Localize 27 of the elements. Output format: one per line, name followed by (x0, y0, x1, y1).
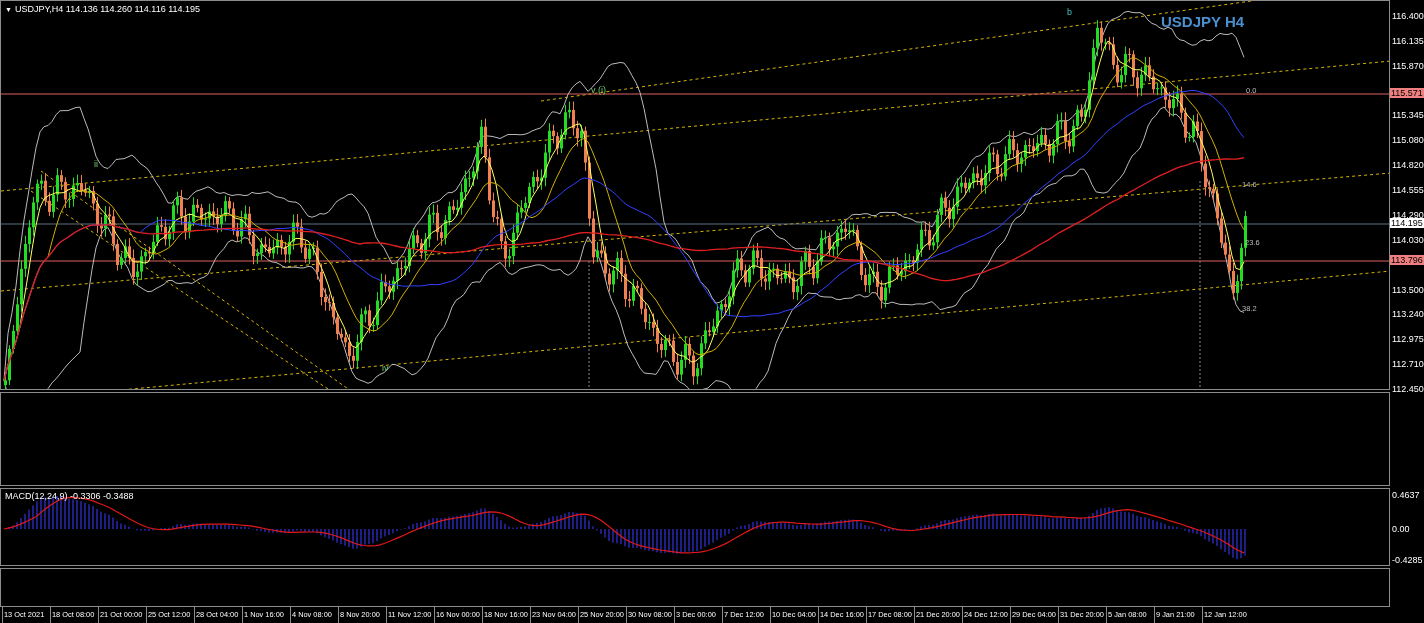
macd-label: MACD(12,24,9) -0.3306 -0.3488 (5, 490, 134, 503)
wave-label: ii (94, 159, 98, 169)
wave-label: b (1067, 7, 1072, 17)
macd-tick-label: 0.00 (1392, 524, 1410, 534)
price-tick-label: 115.345 (1392, 110, 1424, 121)
price-marker-label: 114.195 (1390, 218, 1424, 228)
price-tick-label: 113.240 (1392, 309, 1424, 320)
price-tick-label: 114.555 (1392, 185, 1424, 196)
price-tick-label: 112.450 (1392, 384, 1424, 395)
macd-tick-label: -0.4285 (1392, 555, 1423, 565)
chart-header: USDJPY,H4 114.136 114.260 114.116 114.195 (14, 4, 201, 14)
price-marker-label: 113.796 (1390, 255, 1424, 265)
wave-label: v (i) (591, 85, 606, 95)
macd-tick-label: 0.4637 (1392, 490, 1420, 500)
price-tick-label: 114.820 (1392, 160, 1424, 171)
price-tick-label: 115.870 (1392, 60, 1424, 71)
price-tick-label: 114.290 (1392, 209, 1424, 220)
price-tick-label: 116.135 (1392, 35, 1424, 46)
price-tick-label: 112.710 (1392, 359, 1424, 370)
price-marker-label: 115.571 (1390, 88, 1424, 98)
price-tick-label: 112.975 (1392, 334, 1424, 345)
wave-label: iv (382, 363, 389, 373)
price-tick-label: 116.400 (1392, 11, 1424, 21)
price-tick-label: 113.500 (1392, 284, 1424, 295)
price-tick-label: 115.080 (1392, 135, 1424, 146)
price-tick-label: 114.030 (1392, 234, 1424, 245)
chart-title: USDJPY H4 (1161, 12, 1245, 32)
